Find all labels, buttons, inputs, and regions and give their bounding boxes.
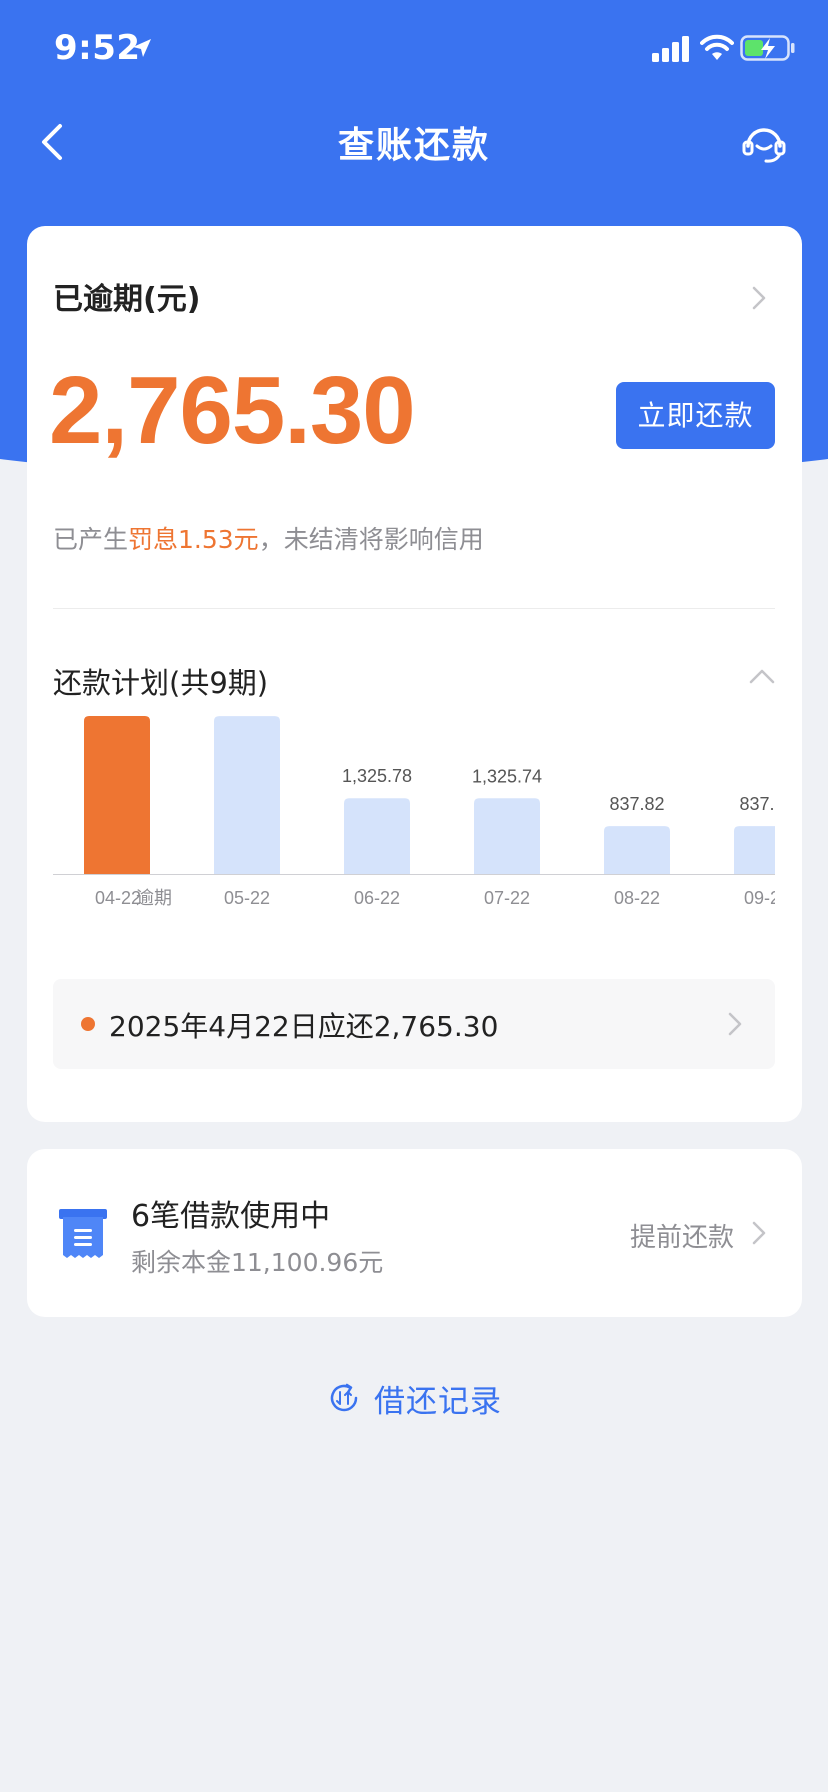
repayment-plan-chart[interactable]: 2,765.3004-22逾期2,763.8005-221,325.7806-2…	[53, 714, 775, 934]
prepay-link[interactable]: 提前还款	[630, 1217, 734, 1254]
chart-category-label: 07-22	[484, 888, 530, 908]
page: 9:52 查账还款 已逾期(元) 2,765.30 立即还款 已产生罚息1.53…	[0, 0, 828, 1792]
overdue-label: 已逾期(元)	[53, 282, 201, 317]
due-dot	[81, 1017, 95, 1031]
chart-value-label: 837.82	[739, 794, 775, 814]
chart-category-label: 09-22	[744, 888, 775, 908]
chart-bar[interactable]	[344, 798, 410, 874]
chart-category-note: 逾期	[136, 888, 172, 909]
customer-service-icon[interactable]	[740, 118, 788, 166]
chart-value-label: 1,325.78	[342, 766, 412, 786]
overdue-amount: 2,765.30	[49, 357, 416, 464]
chart-category-label: 05-22	[224, 888, 270, 908]
penalty-note-suffix: ，未结清将影响信用	[258, 525, 484, 554]
chart-bar[interactable]	[84, 716, 150, 874]
chart-bar[interactable]	[474, 798, 540, 874]
chevron-up-icon[interactable]	[747, 666, 777, 686]
loans-card[interactable]: 6笔借款使用中 剩余本金11,100.96元 提前还款	[27, 1149, 802, 1317]
chart-value-label: 1,325.74	[472, 766, 542, 786]
chart-category-label: 06-22	[354, 888, 400, 908]
chart-bar[interactable]	[604, 826, 670, 874]
wifi-icon	[700, 34, 734, 60]
battery-charging-icon	[740, 35, 795, 61]
repayment-plan-title: 还款计划(共9期)	[53, 666, 269, 700]
chart-bar[interactable]	[214, 716, 280, 874]
due-summary-row[interactable]: 2025年4月22日应还2,765.30	[53, 979, 775, 1069]
location-arrow-icon	[133, 39, 151, 57]
penalty-note: 已产生罚息1.53元，未结清将影响信用	[53, 520, 484, 556]
chart-bar[interactable]	[734, 826, 775, 874]
penalty-note-prefix: 已产生	[53, 525, 129, 554]
borrow-repay-history-link[interactable]: 借还记录	[328, 1376, 502, 1420]
chart-category-label: 08-22	[614, 888, 660, 908]
page-title: 查账还款	[337, 125, 490, 166]
history-label: 借还记录	[374, 1383, 502, 1420]
overdue-card: 已逾期(元) 2,765.30 立即还款 已产生罚息1.53元，未结清将影响信用…	[27, 226, 802, 1122]
status-time: 9:52	[54, 28, 141, 68]
repayment-plan-chart-svg: 2,765.3004-22逾期2,763.8005-221,325.7806-2…	[53, 716, 775, 909]
chevron-right-icon[interactable]	[749, 284, 769, 312]
history-icon	[330, 1383, 358, 1412]
divider	[53, 608, 775, 609]
pay-now-button[interactable]: 立即还款	[616, 382, 775, 449]
penalty-amount: 罚息1.53元	[128, 525, 259, 554]
due-summary-text: 2025年4月22日应还2,765.30	[109, 1010, 499, 1043]
cellular-signal-icon	[652, 36, 689, 62]
remaining-principal: 剩余本金11,100.96元	[131, 1248, 384, 1277]
chart-value-label: 837.82	[609, 794, 664, 814]
chevron-right-icon	[728, 1012, 742, 1036]
loans-count-title: 6笔借款使用中	[131, 1199, 331, 1234]
chevron-right-icon	[752, 1221, 766, 1245]
status-bar: 9:52	[0, 0, 828, 100]
chart-category-label: 04-22	[95, 888, 141, 908]
bill-icon	[59, 1209, 107, 1258]
